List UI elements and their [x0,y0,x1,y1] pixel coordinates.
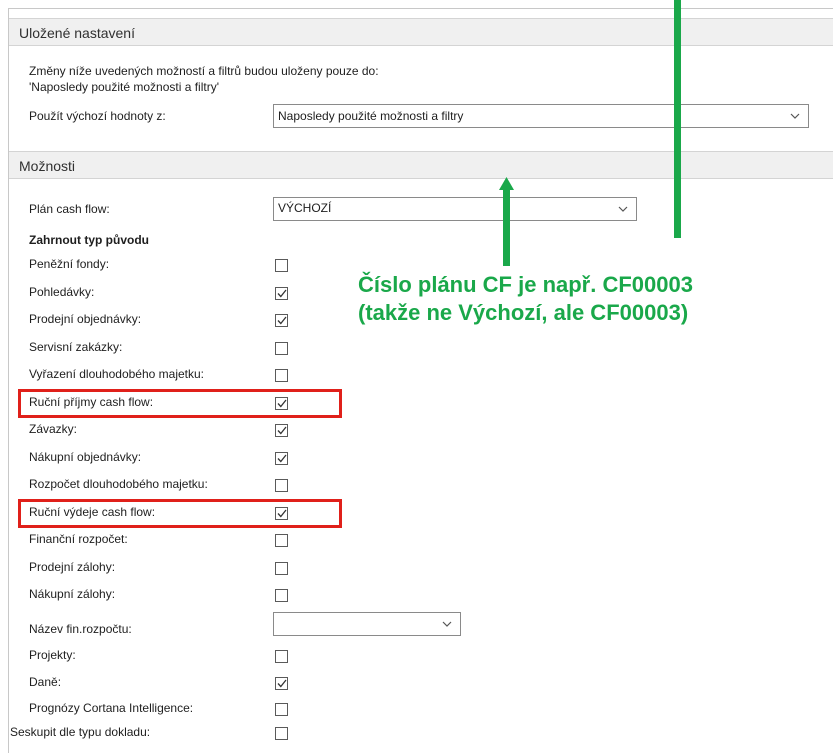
annotation-line1: Číslo plánu CF je např. CF00003 [358,272,693,297]
annotation-callout: Číslo plánu CF je např. CF00003 (takže n… [358,271,693,327]
annotation-arrows [499,0,681,266]
up-arrow-icon [499,177,514,190]
annotation-line2: (takže ne Výchozí, ale CF00003) [358,300,689,325]
up-arrow-shaft [503,188,510,266]
vertical-line-arrow [674,0,681,238]
